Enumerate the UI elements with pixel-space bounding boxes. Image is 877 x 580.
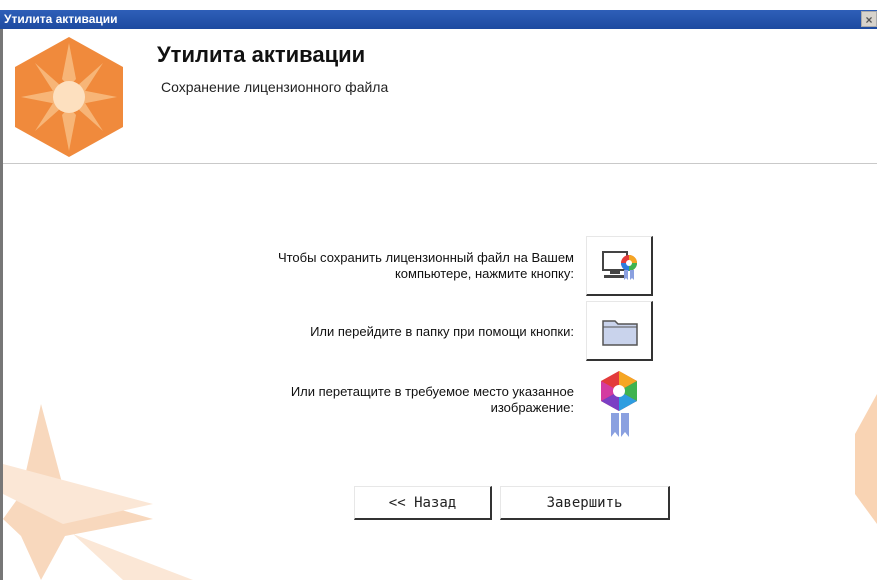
background-strip	[0, 0, 877, 10]
page-subtitle: Сохранение лицензионного файла	[161, 79, 389, 95]
license-badge-icon[interactable]	[597, 369, 641, 439]
page-title: Утилита активации	[157, 42, 366, 67]
close-icon: ×	[865, 13, 873, 27]
folder-instruction-text: Или перейдите в папку при помощи кнопки:	[310, 324, 574, 339]
finish-button[interactable]: Завершить	[500, 486, 670, 520]
save-license-button[interactable]	[586, 236, 653, 296]
app-logo-icon	[15, 37, 123, 157]
back-button[interactable]: << Назад	[354, 486, 492, 520]
dialog-content: Чтобы сохранить лицензионный файл на Ваш…	[3, 164, 877, 580]
drag-instruction-text: Или перетащите в требуемое место указанн…	[290, 384, 574, 415]
window-titlebar: Утилита активации ×	[0, 10, 877, 29]
activation-dialog: Утилита активации Сохранение лицензионно…	[0, 29, 877, 580]
close-button[interactable]: ×	[861, 11, 877, 27]
dialog-header: Утилита активации Сохранение лицензионно…	[3, 29, 877, 164]
save-instruction-text: Чтобы сохранить лицензионный файл на Ваш…	[277, 250, 574, 281]
folder-icon	[602, 320, 638, 346]
save-license-icon	[602, 251, 637, 280]
window-title: Утилита активации	[4, 12, 118, 26]
open-folder-button[interactable]	[586, 301, 653, 361]
